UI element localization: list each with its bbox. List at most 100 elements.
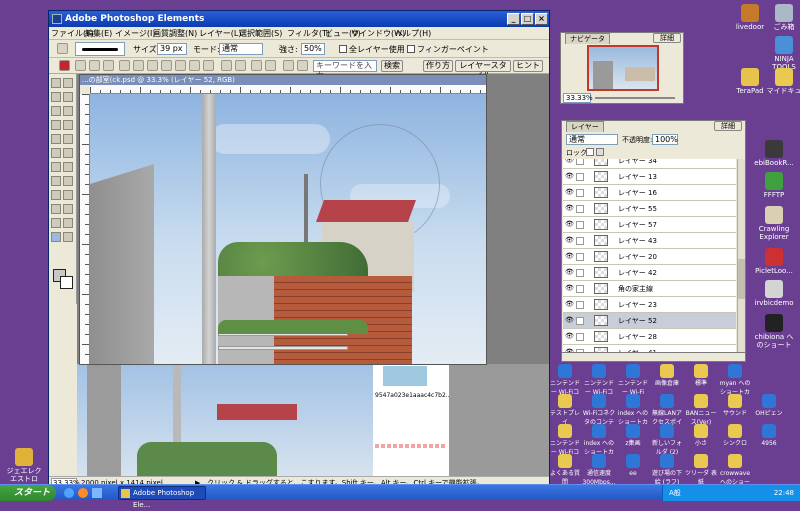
background-color-swatch[interactable] (60, 276, 73, 289)
move-tool-icon[interactable] (51, 78, 61, 88)
visibility-eye-icon[interactable]: 👁 (565, 172, 574, 181)
open-icon[interactable] (89, 60, 100, 71)
menu-item[interactable]: イメージ(I) (115, 28, 155, 39)
hand-icon[interactable] (297, 60, 308, 71)
desktop-icon[interactable]: 4956 (752, 424, 786, 448)
desktop-icon[interactable]: 遊び場の下 絵 (ラフ) (650, 454, 684, 487)
desktop-icon[interactable]: 標準 (684, 364, 718, 388)
layer-link-icon[interactable] (576, 221, 584, 229)
visibility-eye-icon[interactable]: 👁 (565, 284, 574, 293)
mode-select[interactable]: 通常 (219, 43, 263, 55)
visibility-eye-icon[interactable]: 👁 (565, 316, 574, 325)
layer-row[interactable]: 👁レイヤー 20 (563, 249, 736, 265)
pencil-tool-icon[interactable] (63, 176, 73, 186)
auto-fix-icon[interactable] (265, 60, 276, 71)
layer-link-icon[interactable] (576, 285, 584, 293)
cookie-cutter-icon[interactable] (51, 148, 61, 158)
quicklaunch-firefox-icon[interactable] (78, 488, 88, 498)
visibility-eye-icon[interactable]: 👁 (565, 220, 574, 229)
visibility-eye-icon[interactable]: 👁 (565, 252, 574, 261)
tab-how-to[interactable]: 作り方 (423, 60, 453, 72)
layer-row[interactable]: 👁レイヤー 42 (563, 265, 736, 281)
save-web-icon[interactable] (133, 60, 144, 71)
blur-tool-icon[interactable] (51, 218, 61, 228)
desktop-icon[interactable]: chibiona へのショート (752, 314, 796, 349)
type-tool-icon[interactable] (51, 134, 61, 144)
menu-item[interactable]: ヘルプ(H) (395, 28, 431, 39)
menu-item[interactable]: フィルタ(T) (287, 28, 330, 39)
desktop-icon[interactable]: ツリーダ 表紙 (684, 454, 718, 487)
adobe-icon[interactable] (59, 60, 70, 71)
layer-row[interactable]: 👁レイヤー 13 (563, 169, 736, 185)
layer-row[interactable]: 👁レイヤー 57 (563, 217, 736, 233)
layer-link-icon[interactable] (576, 301, 584, 309)
step-forward-icon[interactable] (235, 60, 246, 71)
desktop-icon[interactable]: 画像倉庫 (650, 364, 684, 388)
eraser-tool-icon[interactable] (51, 176, 61, 186)
navigator-more-button[interactable]: 詳細 (653, 33, 681, 43)
print-icon[interactable] (147, 60, 158, 71)
taskbar-item-photoshop[interactable]: Adobe Photoshop Ele... (118, 486, 206, 500)
desktop-icon[interactable]: サウンド (718, 394, 752, 418)
layer-link-icon[interactable] (576, 237, 584, 245)
red-eye-icon[interactable] (63, 148, 73, 158)
desktop-icon[interactable]: index へのショートカ (582, 424, 616, 457)
layer-link-icon[interactable] (576, 173, 584, 181)
layer-row[interactable]: 👁レイヤー 28 (563, 329, 736, 345)
step-backward-icon[interactable] (221, 60, 232, 71)
layer-link-icon[interactable] (576, 253, 584, 261)
layer-row[interactable]: 👁レイヤー 34 (563, 159, 736, 169)
brush-preview[interactable] (75, 42, 125, 56)
visibility-eye-icon[interactable]: 👁 (565, 332, 574, 341)
lock-transparency-icon[interactable] (586, 148, 594, 156)
smudge-tool-icon[interactable] (51, 232, 61, 242)
share-icon[interactable] (189, 60, 200, 71)
save-icon[interactable] (119, 60, 130, 71)
tab-layer-styles[interactable]: レイヤースタイル (455, 60, 511, 72)
print-preview-icon[interactable] (161, 60, 172, 71)
paint-bucket-icon[interactable] (63, 190, 73, 200)
layer-link-icon[interactable] (576, 269, 584, 277)
browse-icon[interactable] (103, 60, 114, 71)
visibility-eye-icon[interactable]: 👁 (565, 268, 574, 277)
scroll-thumb[interactable] (738, 259, 745, 299)
desktop-icon[interactable]: シンクロ (718, 424, 752, 448)
layer-link-icon[interactable] (576, 333, 584, 341)
quicklaunch-desktop-icon[interactable] (92, 488, 102, 498)
layer-row[interactable]: 👁レイヤー 43 (563, 233, 736, 249)
layer-row[interactable]: 👁レイヤー 16 (563, 185, 736, 201)
smudge-tool-icon[interactable] (57, 43, 68, 54)
new-icon[interactable] (75, 60, 86, 71)
gradient-tool-icon[interactable] (51, 204, 61, 214)
layers-scrollbar[interactable] (737, 159, 745, 359)
clone-stamp-icon[interactable] (63, 162, 73, 172)
finger-paint-checkbox[interactable] (407, 45, 415, 53)
strength-field[interactable]: 50% (301, 43, 325, 55)
desktop-icon[interactable]: OHピェン (752, 394, 786, 418)
search-input[interactable]: キーワードを入力 (313, 60, 377, 72)
menu-item[interactable]: レイヤー(L) (199, 28, 241, 39)
layers-more-button[interactable]: 詳細 (714, 121, 742, 131)
desktop-icon[interactable]: irvbicdemo (752, 280, 796, 307)
layer-row[interactable]: 👁レイヤー 52 (563, 313, 736, 329)
ime-indicator[interactable]: A般 (669, 485, 681, 501)
crop-tool-icon[interactable] (63, 134, 73, 144)
maximize-button[interactable]: □ (521, 13, 534, 25)
tab-hints[interactable]: ヒント (513, 60, 543, 72)
layer-link-icon[interactable] (576, 159, 584, 165)
thumbnail-image[interactable] (383, 366, 427, 386)
layer-row[interactable]: 👁角の家主線 (563, 281, 736, 297)
desktop-icon[interactable]: ΒΑΝニュース(Ver) (684, 394, 718, 427)
menu-item[interactable]: 編集(E) (85, 28, 112, 39)
help-icon[interactable] (283, 60, 294, 71)
layer-link-icon[interactable] (576, 189, 584, 197)
layer-link-icon[interactable] (576, 317, 584, 325)
quick-fix-icon[interactable] (251, 60, 262, 71)
all-layers-checkbox[interactable] (339, 45, 347, 53)
visibility-eye-icon[interactable]: 👁 (565, 204, 574, 213)
magic-wand-icon[interactable] (51, 120, 61, 130)
online-icon[interactable] (203, 60, 214, 71)
desktop-icon[interactable]: FFFTP (752, 172, 796, 199)
start-button[interactable]: スタート (0, 485, 56, 501)
visibility-eye-icon[interactable]: 👁 (565, 159, 574, 165)
